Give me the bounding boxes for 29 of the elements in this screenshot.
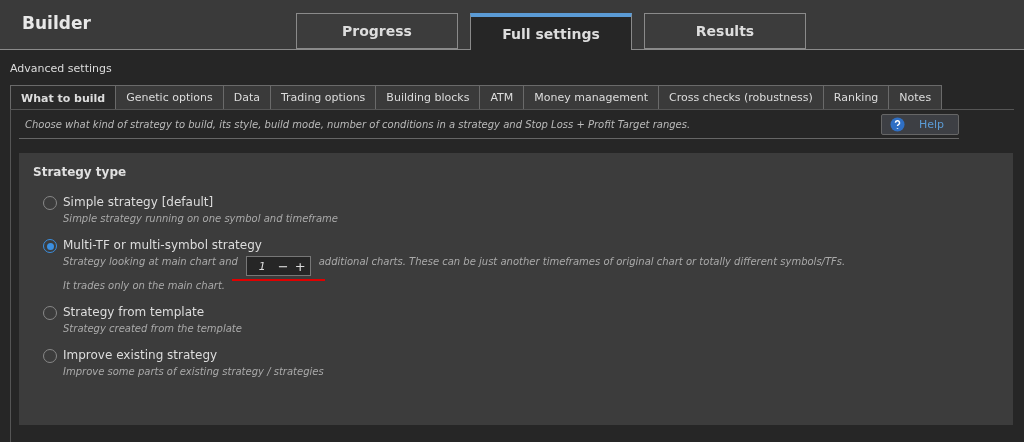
main-tab[interactable]: Results [644,13,806,49]
option-description: It trades only on the main chart. [63,280,225,291]
option-label: Simple strategy [default] [63,195,215,209]
app-title: Builder [22,12,92,33]
option-description: Improve some parts of existing strategy / strategies [63,366,324,377]
card-title: Strategy type [33,165,128,179]
settings-tab[interactable]: What to build [10,85,117,110]
settings-tab[interactable]: Building blocks [375,85,481,110]
increment-button[interactable]: + [294,258,306,274]
settings-tab[interactable]: Cross checks (robustness) [657,85,824,110]
main-tab[interactable]: Progress [296,13,458,49]
option-description: Strategy created from the template [63,323,242,334]
chart-count-spinner[interactable]: 1 − + [245,256,311,276]
settings-tab[interactable]: Notes [888,85,943,110]
decrement-button[interactable]: − [277,258,289,274]
help-button[interactable]: Help [880,114,959,135]
intro-text: Choose what kind of strategy to build, its style, build mode, number of conditions in a strategy and Stop Loss + Profit Target ranges. [25,119,691,130]
section-label: Advanced settings [10,62,113,75]
option-description: Strategy looking at main chart and [63,256,238,267]
option-label: Strategy from template [63,305,206,319]
help-icon [889,117,905,132]
main-tab[interactable]: Full settings [470,13,632,50]
option-description: additional charts. These can be just another timeframes of original chart or totally different symbols/TFs. [318,256,846,267]
option-label: Multi-TF or multi-symbol strategy [63,238,263,252]
settings-tab[interactable]: Genetic options [115,85,224,110]
settings-tab[interactable]: Money management [523,85,659,110]
spinner-value: 1 [258,259,266,273]
option-description: Simple strategy running on one symbol and timeframe [63,213,338,224]
option-label: Improve existing strategy [63,348,219,362]
